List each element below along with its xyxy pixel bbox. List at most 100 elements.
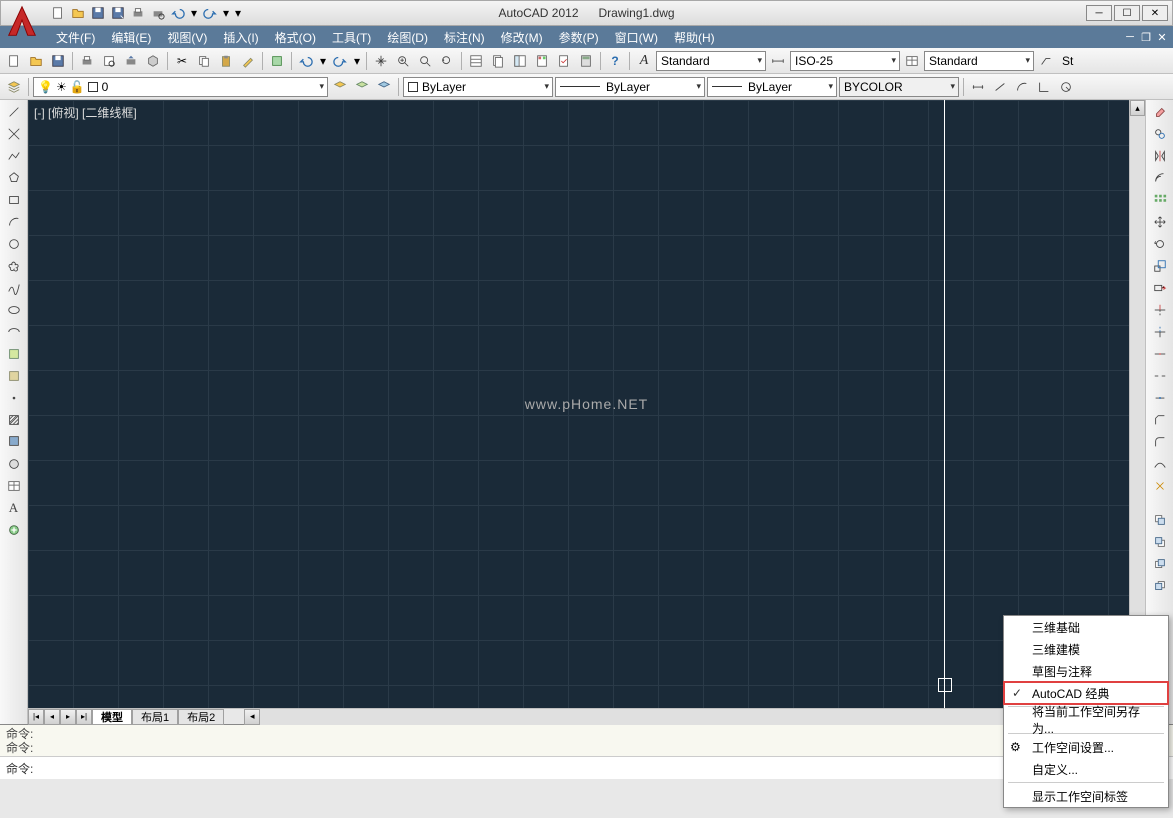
ws-item-3d-modeling[interactable]: 三维建模 bbox=[1004, 638, 1168, 660]
tab-first-button[interactable]: |◂ bbox=[28, 709, 44, 725]
text-style-dropdown[interactable]: Standard bbox=[656, 51, 766, 71]
draworder-under-icon[interactable] bbox=[1150, 576, 1170, 596]
qat-customize-icon[interactable]: ▾ bbox=[233, 4, 243, 22]
draworder-above-icon[interactable] bbox=[1150, 554, 1170, 574]
dim-linear-icon[interactable] bbox=[968, 77, 988, 97]
menu-window[interactable]: 窗口(W) bbox=[607, 26, 666, 48]
construction-line-icon[interactable] bbox=[4, 124, 24, 144]
table-icon[interactable] bbox=[4, 476, 24, 496]
fillet-icon[interactable] bbox=[1150, 432, 1170, 452]
sheet-set-icon[interactable] bbox=[488, 51, 508, 71]
table-style-icon[interactable] bbox=[902, 51, 922, 71]
paste-icon[interactable] bbox=[216, 51, 236, 71]
dim-ordinate-icon[interactable] bbox=[1034, 77, 1054, 97]
qat-redo-drop-icon[interactable]: ▾ bbox=[221, 4, 231, 22]
tab-next-button[interactable]: ▸ bbox=[60, 709, 76, 725]
cut-icon[interactable]: ✂ bbox=[172, 51, 192, 71]
chamfer-icon[interactable] bbox=[1150, 410, 1170, 430]
move-icon[interactable] bbox=[1150, 212, 1170, 232]
view-label[interactable]: [-] [俯视] [二维线框] bbox=[34, 104, 137, 121]
menu-edit[interactable]: 编辑(E) bbox=[103, 26, 159, 48]
properties-icon[interactable] bbox=[466, 51, 486, 71]
draworder-back-icon[interactable] bbox=[1150, 532, 1170, 552]
tab-last-button[interactable]: ▸| bbox=[76, 709, 92, 725]
redo-dropdown-icon[interactable]: ▾ bbox=[352, 51, 362, 71]
trim-icon[interactable] bbox=[1150, 300, 1170, 320]
zoom-realtime-icon[interactable] bbox=[393, 51, 413, 71]
redo-icon[interactable] bbox=[330, 51, 350, 71]
region-icon[interactable] bbox=[4, 454, 24, 474]
qat-save-icon[interactable] bbox=[89, 4, 107, 22]
vertical-scrollbar[interactable]: ▴ ▾ bbox=[1129, 100, 1145, 692]
command-history[interactable]: 命令: 命令: bbox=[0, 725, 1173, 757]
mleader-style-icon[interactable] bbox=[1036, 51, 1056, 71]
ws-customize[interactable]: 自定义... bbox=[1004, 758, 1168, 780]
mirror-icon[interactable] bbox=[1150, 146, 1170, 166]
rectangle-icon[interactable] bbox=[4, 190, 24, 210]
blend-icon[interactable] bbox=[1150, 454, 1170, 474]
offset-icon[interactable] bbox=[1150, 168, 1170, 188]
menu-modify[interactable]: 修改(M) bbox=[493, 26, 551, 48]
pan-icon[interactable] bbox=[371, 51, 391, 71]
ellipse-arc-icon[interactable] bbox=[4, 322, 24, 342]
insert-block-icon[interactable] bbox=[4, 344, 24, 364]
menu-help[interactable]: 帮助(H) bbox=[666, 26, 723, 48]
dim-style-dropdown[interactable]: ISO-25 bbox=[790, 51, 900, 71]
qat-print-icon[interactable] bbox=[129, 4, 147, 22]
zoom-window-icon[interactable] bbox=[415, 51, 435, 71]
line-icon[interactable] bbox=[4, 102, 24, 122]
maximize-button[interactable]: ☐ bbox=[1114, 5, 1140, 21]
ws-settings[interactable]: ⚙ 工作空间设置... bbox=[1004, 736, 1168, 758]
qat-redo-icon[interactable] bbox=[201, 4, 219, 22]
layer-state-icon[interactable] bbox=[352, 77, 372, 97]
dim-style-icon[interactable] bbox=[768, 51, 788, 71]
menu-dimension[interactable]: 标注(N) bbox=[436, 26, 493, 48]
polyline-icon[interactable] bbox=[4, 146, 24, 166]
copy-object-icon[interactable] bbox=[1150, 124, 1170, 144]
mdi-close-button[interactable]: ✕ bbox=[1155, 30, 1169, 44]
tool-palette-icon[interactable] bbox=[532, 51, 552, 71]
join-icon[interactable] bbox=[1150, 388, 1170, 408]
ws-item-drafting[interactable]: 草图与注释 bbox=[1004, 660, 1168, 682]
open-icon[interactable] bbox=[26, 51, 46, 71]
linetype-dropdown[interactable]: ByLayer bbox=[555, 77, 705, 97]
publish-icon[interactable] bbox=[121, 51, 141, 71]
break-at-point-icon[interactable] bbox=[1150, 344, 1170, 364]
plotstyle-dropdown[interactable]: BYCOLOR bbox=[839, 77, 959, 97]
design-center-icon[interactable] bbox=[510, 51, 530, 71]
explode-icon[interactable] bbox=[1150, 476, 1170, 496]
ws-item-3d-basic[interactable]: 三维基础 bbox=[1004, 616, 1168, 638]
minimize-button[interactable]: ─ bbox=[1086, 5, 1112, 21]
print-icon[interactable] bbox=[77, 51, 97, 71]
dim-aligned-icon[interactable] bbox=[990, 77, 1010, 97]
layer-dropdown[interactable]: 💡 ☀ 🔓 0 bbox=[33, 77, 328, 97]
menu-format[interactable]: 格式(O) bbox=[267, 26, 324, 48]
match-props-icon[interactable] bbox=[238, 51, 258, 71]
tab-layout1[interactable]: 布局1 bbox=[132, 709, 178, 725]
copy-icon[interactable] bbox=[194, 51, 214, 71]
menu-insert[interactable]: 插入(I) bbox=[215, 26, 266, 48]
mtext-icon[interactable]: A bbox=[4, 498, 24, 518]
new-icon[interactable] bbox=[4, 51, 24, 71]
arc-icon[interactable] bbox=[4, 212, 24, 232]
table-style-dropdown[interactable]: Standard bbox=[924, 51, 1034, 71]
tab-model[interactable]: 模型 bbox=[92, 709, 132, 725]
rotate-icon[interactable] bbox=[1150, 234, 1170, 254]
ws-display-label[interactable]: 显示工作空间标签 bbox=[1004, 785, 1168, 807]
scale-icon[interactable] bbox=[1150, 256, 1170, 276]
make-block-icon[interactable] bbox=[4, 366, 24, 386]
lineweight-dropdown[interactable]: ByLayer bbox=[707, 77, 837, 97]
quickcalc-icon[interactable] bbox=[576, 51, 596, 71]
zoom-previous-icon[interactable] bbox=[437, 51, 457, 71]
tab-layout2[interactable]: 布局2 bbox=[178, 709, 224, 725]
qat-new-icon[interactable] bbox=[49, 4, 67, 22]
erase-icon[interactable] bbox=[1150, 102, 1170, 122]
extend-icon[interactable] bbox=[1150, 322, 1170, 342]
scroll-up-button[interactable]: ▴ bbox=[1130, 100, 1145, 116]
save-icon[interactable] bbox=[48, 51, 68, 71]
menu-parametric[interactable]: 参数(P) bbox=[551, 26, 607, 48]
help-icon[interactable]: ? bbox=[605, 51, 625, 71]
circle-icon[interactable] bbox=[4, 234, 24, 254]
layer-previous-icon[interactable] bbox=[330, 77, 350, 97]
menu-file[interactable]: 文件(F) bbox=[48, 26, 103, 48]
